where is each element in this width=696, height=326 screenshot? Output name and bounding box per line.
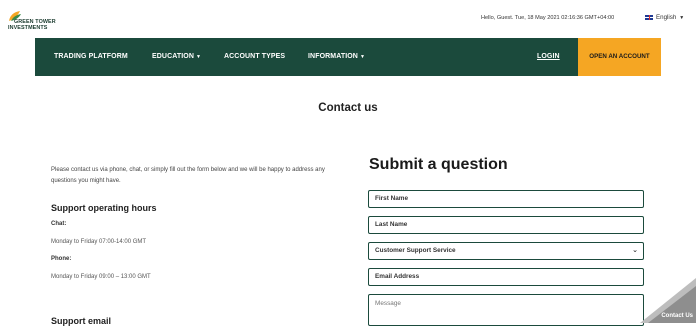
nav-information[interactable]: INFORMATION ▼ — [308, 38, 365, 76]
department-selected: Customer Support Service — [375, 247, 456, 254]
phone-hours: Monday to Friday 09:00 – 13:00 GMT — [51, 274, 151, 280]
phone-label: Phone: — [51, 256, 72, 262]
main-nav: TRADING PLATFORM EDUCATION ▼ ACCOUNT TYPE… — [35, 38, 661, 76]
message-textarea[interactable]: Message — [368, 294, 644, 326]
form-title: Submit a question — [369, 156, 508, 173]
greeting-datetime: Hello, Guest. Tue, 18 May 2021 02:16:36 … — [481, 15, 615, 21]
nav-education[interactable]: EDUCATION ▼ — [152, 38, 201, 76]
nav-account-types[interactable]: ACCOUNT TYPES — [224, 38, 285, 76]
uk-flag-icon — [645, 15, 653, 20]
brand-name-line2: INVESTMENTS — [8, 25, 48, 31]
page-title: Contact us — [318, 102, 378, 114]
support-hours-heading: Support operating hours — [51, 203, 157, 213]
contact-us-tab[interactable]: Contact Us — [640, 278, 696, 323]
first-name-field[interactable]: First Name — [368, 190, 644, 208]
language-label: English — [656, 14, 677, 21]
last-name-field[interactable]: Last Name — [368, 216, 644, 234]
top-bar: GREEN TOWER INVESTMENTS Hello, Guest. Tu… — [0, 0, 696, 38]
contact-us-label: Contact Us — [661, 313, 693, 319]
chevron-down-icon: ▼ — [679, 14, 685, 21]
chevron-down-icon: ▼ — [359, 54, 366, 60]
brand-name: GREEN TOWER INVESTMENTS — [8, 19, 56, 31]
brand-logo[interactable]: GREEN TOWER INVESTMENTS — [8, 8, 78, 34]
nav-label: INFORMATION — [308, 53, 358, 60]
chevron-down-icon: ▼ — [196, 54, 202, 60]
chat-label: Chat: — [51, 221, 67, 227]
department-select[interactable]: Customer Support Service ⌄ — [368, 242, 644, 260]
nav-label: TRADING PLATFORM — [54, 53, 128, 60]
support-email-heading: Support email — [51, 316, 112, 326]
language-selector[interactable]: English ▼ — [645, 14, 684, 21]
intro-text: Please contact us via phone, chat, or si… — [51, 167, 325, 184]
nav-label: ACCOUNT TYPES — [224, 53, 286, 60]
open-account-button[interactable]: OPEN AN ACCOUNT — [578, 38, 661, 76]
login-link[interactable]: LOGIN — [537, 38, 560, 76]
nav-trading-platform[interactable]: TRADING PLATFORM — [54, 38, 128, 76]
nav-label: EDUCATION — [152, 53, 194, 60]
chat-hours: Monday to Friday 07:00-14:00 GMT — [51, 239, 147, 245]
chevron-down-icon: ⌄ — [632, 247, 638, 254]
email-field[interactable]: Email Address — [368, 268, 644, 286]
